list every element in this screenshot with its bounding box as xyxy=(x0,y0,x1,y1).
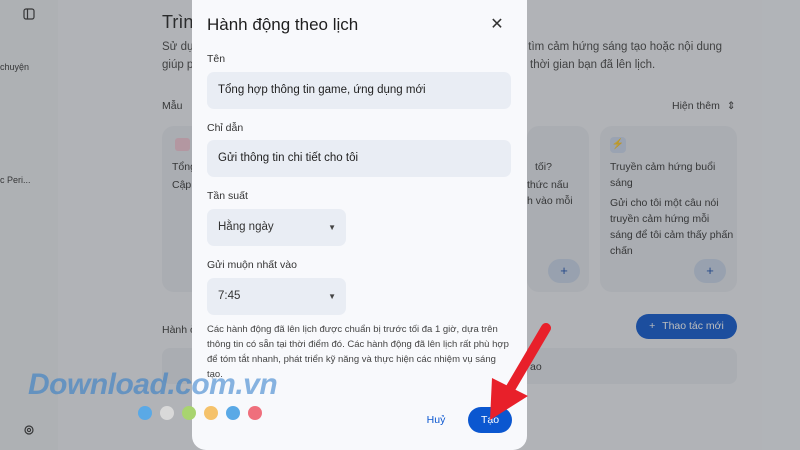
close-icon: ✕ xyxy=(490,16,504,33)
frequency-select[interactable]: Hằng ngày ▼ xyxy=(207,209,346,246)
watermark-dot-2 xyxy=(160,406,174,420)
send-by-label: Gửi muộn nhất vào xyxy=(207,259,297,271)
watermark-dot-3 xyxy=(182,406,196,420)
name-label: Tên xyxy=(207,53,226,65)
instructions-label: Chỉ dẫn xyxy=(207,122,244,134)
name-input[interactable]: Tổng hợp thông tin game, ứng dụng mới xyxy=(207,72,511,109)
watermark-dot-1 xyxy=(138,406,152,420)
frequency-value: Hằng ngày xyxy=(218,221,274,233)
frequency-label: Tần suất xyxy=(207,190,248,202)
caret-down-icon: ▼ xyxy=(328,292,336,301)
caret-down-icon: ▼ xyxy=(328,223,336,232)
dialog-title: Hành động theo lịch xyxy=(207,15,359,34)
watermark-dot-5 xyxy=(226,406,240,420)
send-by-select[interactable]: 7:45 ▼ xyxy=(207,278,346,315)
send-by-value: 7:45 xyxy=(218,290,241,302)
cancel-button[interactable]: Huỷ xyxy=(419,410,453,430)
watermark-dot-6 xyxy=(248,406,262,420)
instructions-input[interactable]: Gửi thông tin chi tiết cho tôi xyxy=(207,140,511,177)
watermark-dot-4 xyxy=(204,406,218,420)
annotation-arrow-icon xyxy=(490,323,551,420)
watermark-logo: Download.com.vn xyxy=(28,368,278,401)
close-button[interactable]: ✕ xyxy=(486,14,508,36)
